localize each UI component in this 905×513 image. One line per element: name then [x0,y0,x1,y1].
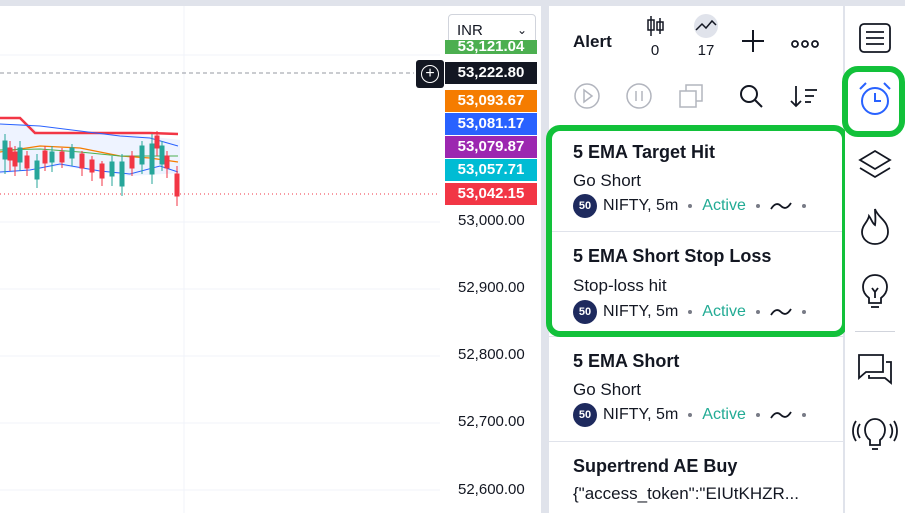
alert-title: Supertrend AE Buy [573,456,738,476]
divider [855,331,895,332]
sort-icon [790,86,817,108]
symbol-badge: 50 [573,403,597,427]
play-icon [574,83,600,109]
price-label-last: 53,042.15 [445,183,537,205]
resume-button[interactable] [573,82,601,115]
clone-button[interactable] [677,82,705,115]
chevron-down-icon: ⌄ [516,23,527,37]
alert-message: Go Short [573,380,642,399]
lightbulb-icon [862,274,888,308]
plus-circle-icon: + [421,65,439,83]
alert-title: 5 EMA Short [573,351,680,371]
panel-title: Alert [573,32,612,51]
pause-button[interactable] [625,82,653,115]
alert-meta: 50 NIFTY, 5m Active [573,403,816,427]
axis-tick: 52,900.00 [458,279,525,296]
layers-icon [858,149,892,179]
broadcast-bulb-icon [852,418,898,450]
price-label-purple: 53,079.87 [445,136,537,158]
price-label-crosshair: 53,222.80 [445,62,537,84]
price-label-cyan: 53,057.71 [445,159,537,181]
axis-tick: 52,700.00 [458,413,525,430]
clone-icon [679,84,703,108]
streams-button[interactable] [845,414,905,454]
separator-dot [801,413,806,417]
ideas-button[interactable] [845,272,905,310]
watchlist-button[interactable] [845,22,905,54]
alert-message: {"access_token":"EIUtKHZR... [573,484,799,503]
candles-stat[interactable]: 0 [637,14,673,59]
add-alert-button[interactable]: + [416,60,444,88]
trend-count: 17 [697,42,715,59]
price-label-blue: 53,081.17 [445,113,537,135]
chart-area[interactable]: INR ⌄ + 53,121.04 53,222.80 53,093.67 53… [0,6,541,513]
list-icon [859,23,891,53]
axis-tick: 52,800.00 [458,346,525,363]
alert-symbol: NIFTY, 5m [603,406,679,423]
price-label-green: 53,121.04 [445,40,537,54]
axis-tick: 52,600.00 [458,481,525,498]
trend-chart-icon [694,14,718,38]
more-options-button[interactable] [790,36,820,54]
search-button[interactable] [737,82,765,115]
alert-item[interactable]: 5 EMA Short Go Short 50 NIFTY, 5m Active [549,337,843,442]
fire-icon [861,208,889,245]
pause-icon [626,83,652,109]
alerts-button-highlight [842,66,905,137]
crossing-icon [770,411,792,419]
object-tree-button[interactable] [845,148,905,182]
candles-count: 0 [650,42,660,59]
trend-stat[interactable]: 17 [688,14,724,59]
alert-item[interactable]: Supertrend AE Buy {"access_token":"EIUtK… [549,442,843,513]
axis-tick: 53,000.00 [458,212,525,229]
chats-button[interactable] [845,352,905,388]
sort-button[interactable] [789,82,819,115]
candles-icon [647,16,664,36]
separator-dot [755,413,760,417]
price-label-orange: 53,093.67 [445,90,537,112]
currency-value: INR [457,22,483,39]
chat-icon [858,354,892,385]
hotlists-button[interactable] [845,206,905,246]
search-icon [740,85,763,108]
selection-highlight [546,125,848,337]
separator-dot [688,413,693,417]
alert-status: Active [702,406,746,423]
plus-icon [742,30,764,52]
add-alert-plus-button[interactable] [740,28,766,59]
more-icon [791,40,819,48]
